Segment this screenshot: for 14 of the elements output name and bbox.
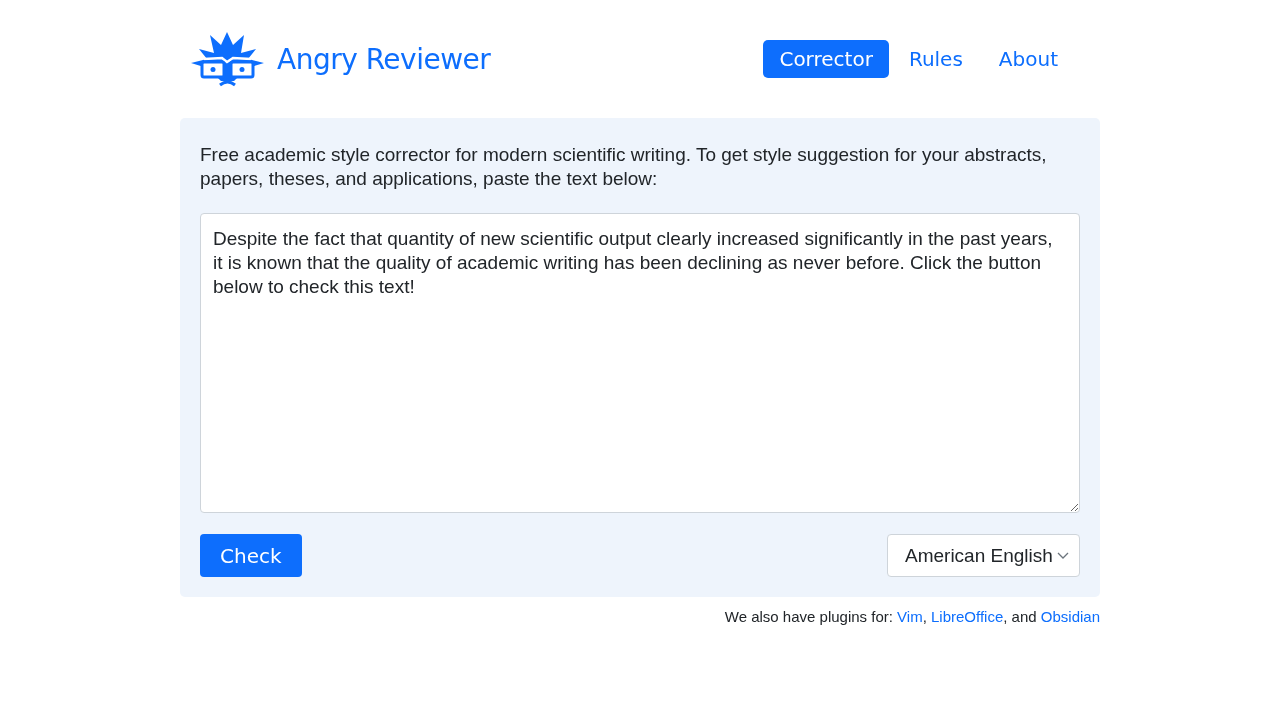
plugin-link[interactable]: Vim (897, 608, 923, 625)
nav-tab[interactable]: About (982, 40, 1074, 78)
nav-tab[interactable]: Rules (892, 40, 979, 78)
plugins-note: We also have plugins for: Vim, LibreOffice, and Obsidian (723, 608, 1100, 625)
check-button[interactable]: Check (200, 534, 302, 577)
chevron-down-icon (1057, 552, 1069, 559)
language-select[interactable]: American English (887, 534, 1080, 577)
mascot-logo-icon (190, 31, 265, 87)
text-input-field[interactable]: Despite the fact that quantity of new scientific output clearly increased significantly in the past years, it is known that the quality of academic writing has been declining as never before. Click the button below to check this text! (200, 213, 1080, 513)
plugin-link[interactable]: Obsidian (1040, 608, 1100, 625)
nav-tab[interactable]: Corrector (763, 40, 889, 78)
plugin-link[interactable]: LibreOffice (931, 608, 1004, 625)
brand-name: Angry Reviewer (277, 42, 491, 76)
intro-text: Free academic style corrector for modern scientific writing. To get style suggestion for your abstracts, papers, theses, and applications, paste the text below: (200, 143, 1048, 191)
